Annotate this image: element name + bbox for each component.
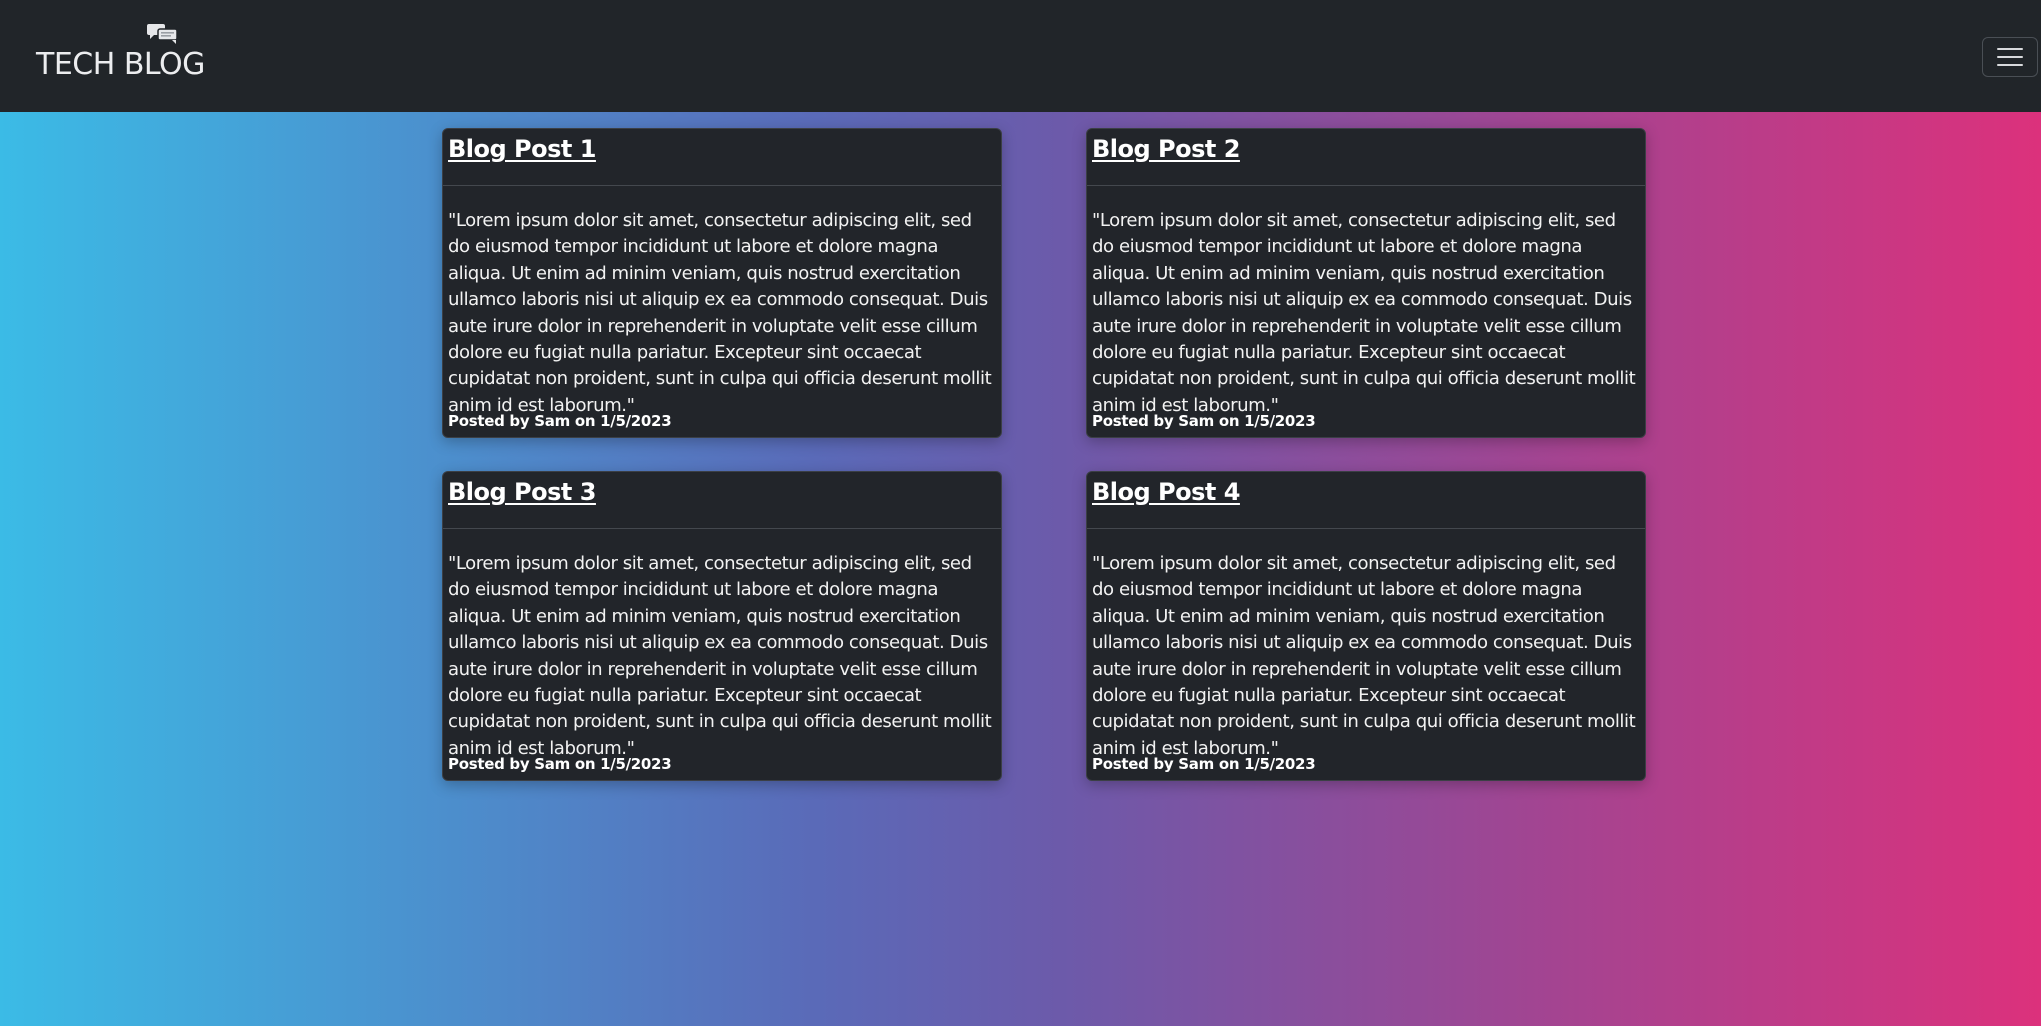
post-body: "Lorem ipsum dolor sit amet, consectetur… xyxy=(1092,210,1636,416)
card-header: Blog Post 3 xyxy=(443,472,1001,529)
post-meta: Posted by Sam on 1/5/2023 xyxy=(448,755,672,773)
navbar-toggle-button[interactable] xyxy=(1982,37,2038,77)
post-title-link[interactable]: Blog Post 1 xyxy=(448,135,596,163)
card-header: Blog Post 2 xyxy=(1087,129,1645,186)
post-body: "Lorem ipsum dolor sit amet, consectetur… xyxy=(1092,553,1636,759)
chat-bubbles-icon xyxy=(147,24,178,44)
brand-link[interactable]: TECH BLOG xyxy=(36,24,205,82)
post-title-link[interactable]: Blog Post 2 xyxy=(1092,135,1240,163)
brand-title: TECH BLOG xyxy=(36,47,205,82)
post-meta: Posted by Sam on 1/5/2023 xyxy=(448,412,672,430)
card-header: Blog Post 4 xyxy=(1087,472,1645,529)
post-meta: Posted by Sam on 1/5/2023 xyxy=(1092,412,1316,430)
card-header: Blog Post 1 xyxy=(443,129,1001,186)
blog-post-card: Blog Post 3 "Lorem ipsum dolor sit amet,… xyxy=(442,471,1002,781)
navbar: TECH BLOG xyxy=(0,0,2041,112)
post-title-link[interactable]: Blog Post 4 xyxy=(1092,478,1240,506)
post-title-link[interactable]: Blog Post 3 xyxy=(448,478,596,506)
blog-post-card: Blog Post 1 "Lorem ipsum dolor sit amet,… xyxy=(442,128,1002,438)
blog-post-card: Blog Post 4 "Lorem ipsum dolor sit amet,… xyxy=(1086,471,1646,781)
hamburger-menu-icon xyxy=(1997,48,2023,50)
post-body: "Lorem ipsum dolor sit amet, consectetur… xyxy=(448,210,992,416)
blog-post-card: Blog Post 2 "Lorem ipsum dolor sit amet,… xyxy=(1086,128,1646,438)
post-meta: Posted by Sam on 1/5/2023 xyxy=(1092,755,1316,773)
post-body: "Lorem ipsum dolor sit amet, consectetur… xyxy=(448,553,992,759)
